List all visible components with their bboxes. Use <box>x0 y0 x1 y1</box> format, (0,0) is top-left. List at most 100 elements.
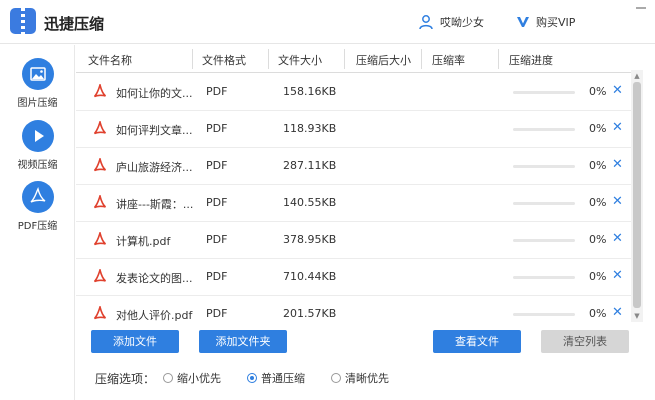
table-row[interactable]: 发表论文的图... PDF 710.44KB 0% ✕ <box>76 259 631 296</box>
options-title: 压缩选项： <box>95 371 156 386</box>
file-size: 158.16KB <box>283 85 337 98</box>
progress-percent: 0% <box>589 233 607 246</box>
file-name: 讲座---斯霞：... <box>116 198 194 211</box>
remove-file-close-icon[interactable]: ✕ <box>612 268 623 283</box>
image-icon <box>22 58 54 90</box>
sidebar-item-label: 视频压缩 <box>17 160 58 171</box>
column-divider[interactable] <box>498 49 499 69</box>
progress-bar <box>513 313 575 316</box>
table-row[interactable]: 计算机.pdf PDF 378.95KB 0% ✕ <box>76 222 631 259</box>
file-name: 计算机.pdf <box>116 235 171 248</box>
file-format: PDF <box>206 196 228 209</box>
clear-list-button[interactable]: 清空列表 <box>541 330 629 353</box>
progress-percent: 0% <box>589 122 607 135</box>
radio-selected-icon[interactable] <box>247 373 258 383</box>
scroll-up-arrow-icon[interactable]: ▲ <box>633 72 641 80</box>
option-label: 缩小优先 <box>177 372 222 385</box>
compression-options: 压缩选项： 缩小优先 普通压缩 清晰优先 <box>95 370 415 386</box>
minimize-icon[interactable] <box>624 0 655 16</box>
progress-bar <box>513 202 575 205</box>
file-name: 对他人评价.pdf <box>116 309 193 322</box>
progress-bar <box>513 276 575 279</box>
table-row[interactable]: 如何让你的文... PDF 158.16KB 0% ✕ <box>76 74 631 111</box>
user-name: 哎呦少女 <box>440 16 484 29</box>
pdf-file-icon <box>93 306 107 320</box>
pdf-file-icon <box>93 232 107 246</box>
remove-file-close-icon[interactable]: ✕ <box>612 83 623 98</box>
header-compressed-size[interactable]: 压缩后大小 <box>356 52 411 68</box>
radio-icon[interactable] <box>331 373 342 383</box>
file-size: 118.93KB <box>283 122 337 135</box>
buy-vip-button[interactable]: 购买VIP <box>516 13 575 31</box>
add-folder-button[interactable]: 添加文件夹 <box>199 330 287 353</box>
progress-percent: 0% <box>589 159 607 172</box>
column-divider[interactable] <box>421 49 422 69</box>
file-name: 发表论文的图... <box>116 272 193 285</box>
scroll-down-arrow-icon[interactable]: ▼ <box>633 312 641 320</box>
file-size: 378.95KB <box>283 233 337 246</box>
header-progress[interactable]: 压缩进度 <box>509 52 553 68</box>
pdf-file-icon <box>93 269 107 283</box>
remove-file-close-icon[interactable]: ✕ <box>612 305 623 320</box>
file-format: PDF <box>206 270 228 283</box>
sidebar: 图片压缩 视频压缩 PDF压缩 <box>0 45 75 400</box>
user-account[interactable]: 哎呦少女 <box>418 13 484 31</box>
file-format: PDF <box>206 233 228 246</box>
sidebar-item-pdf-compress[interactable]: PDF压缩 <box>0 181 75 239</box>
app-logo-icon <box>10 8 36 34</box>
remove-file-close-icon[interactable]: ✕ <box>612 120 623 135</box>
option-label: 普通压缩 <box>261 372 306 385</box>
option-clarity-priority[interactable]: 清晰优先 <box>331 370 389 386</box>
play-icon <box>22 120 54 152</box>
progress-percent: 0% <box>589 85 607 98</box>
file-format: PDF <box>206 85 228 98</box>
sidebar-item-label: PDF压缩 <box>17 221 58 232</box>
table-row[interactable]: 如何评判文章... PDF 118.93KB 0% ✕ <box>76 111 631 148</box>
vertical-scrollbar[interactable]: ▲ ▼ <box>631 70 643 322</box>
progress-percent: 0% <box>589 270 607 283</box>
table-row[interactable]: 对他人评价.pdf PDF 201.57KB 0% ✕ <box>76 296 631 322</box>
column-divider[interactable] <box>344 49 345 69</box>
file-name: 如何评判文章... <box>116 124 193 137</box>
progress-percent: 0% <box>589 307 607 320</box>
file-table: 文件名称 文件格式 文件大小 压缩后大小 压缩率 压缩进度 如何让你的文... P… <box>76 45 644 322</box>
table-row[interactable]: 讲座---斯霞：... PDF 140.55KB 0% ✕ <box>76 185 631 222</box>
view-file-button[interactable]: 查看文件 <box>433 330 521 353</box>
scrollbar-thumb[interactable] <box>633 82 641 308</box>
remove-file-close-icon[interactable]: ✕ <box>612 157 623 172</box>
vip-icon <box>517 17 529 27</box>
header-ratio[interactable]: 压缩率 <box>432 52 465 68</box>
file-format: PDF <box>206 307 228 320</box>
option-label: 清晰优先 <box>345 372 390 385</box>
sidebar-item-label: 图片压缩 <box>17 98 58 109</box>
file-size: 710.44KB <box>283 270 337 283</box>
sidebar-item-image-compress[interactable]: 图片压缩 <box>0 58 75 116</box>
header-file-format[interactable]: 文件格式 <box>202 52 246 68</box>
remove-file-close-icon[interactable]: ✕ <box>612 231 623 246</box>
header-file-size[interactable]: 文件大小 <box>278 52 322 68</box>
progress-percent: 0% <box>589 196 607 209</box>
file-name: 庐山旅游经济... <box>116 161 193 174</box>
sidebar-item-video-compress[interactable]: 视频压缩 <box>0 120 75 178</box>
column-divider[interactable] <box>192 49 193 69</box>
pdf-file-icon <box>93 121 107 135</box>
file-size: 201.57KB <box>283 307 337 320</box>
file-name: 如何让你的文... <box>116 87 193 100</box>
radio-icon[interactable] <box>163 373 174 383</box>
progress-bar <box>513 91 575 94</box>
add-file-button[interactable]: 添加文件 <box>91 330 179 353</box>
progress-bar <box>513 239 575 242</box>
file-size: 140.55KB <box>283 196 337 209</box>
pdf-file-icon <box>93 195 107 209</box>
option-shrink-priority[interactable]: 缩小优先 <box>163 370 221 386</box>
remove-file-close-icon[interactable]: ✕ <box>612 194 623 209</box>
buy-vip-label: 购买VIP <box>536 16 576 29</box>
progress-bar <box>513 128 575 131</box>
option-normal-compress[interactable]: 普通压缩 <box>247 370 305 386</box>
header-file-name[interactable]: 文件名称 <box>88 52 132 68</box>
file-size: 287.11KB <box>283 159 337 172</box>
file-format: PDF <box>206 159 228 172</box>
column-divider[interactable] <box>268 49 269 69</box>
table-header: 文件名称 文件格式 文件大小 压缩后大小 压缩率 压缩进度 <box>76 45 631 73</box>
table-row[interactable]: 庐山旅游经济... PDF 287.11KB 0% ✕ <box>76 148 631 185</box>
